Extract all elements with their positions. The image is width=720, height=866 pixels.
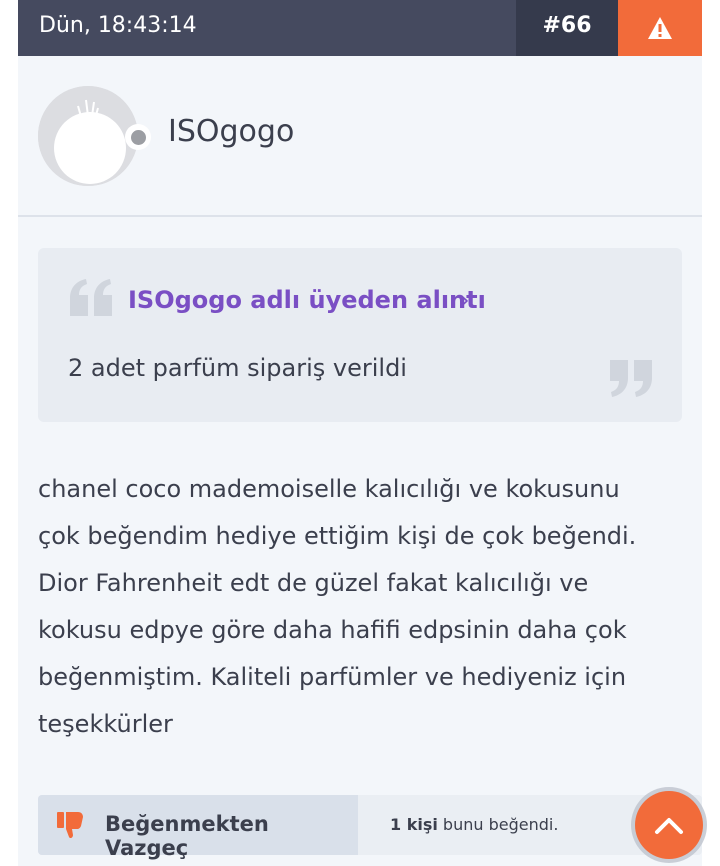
username-link[interactable]: ISOgogo — [168, 114, 294, 149]
like-count-bold: 1 kişi — [390, 815, 438, 834]
chevron-up-icon — [655, 818, 683, 834]
post-line: teşekkürler — [38, 710, 173, 738]
like-count-text: bunu beğendi. — [437, 815, 559, 834]
post-content: chanel coco mademoiselle kalıcılığı ve k… — [38, 466, 688, 748]
chevron-right-icon[interactable]: › — [460, 286, 470, 314]
post-line: kokusu edpye göre daha hafifi edpsinin d… — [38, 616, 627, 644]
scroll-to-top-button[interactable] — [635, 791, 703, 859]
user-info: ISOgogo — [18, 56, 702, 217]
quote-open-icon — [70, 279, 112, 316]
avatar[interactable] — [38, 86, 138, 186]
quote-close-icon — [610, 360, 652, 397]
post-line: beğenmiştim. Kaliteli parfümler ve hediy… — [38, 663, 627, 691]
post-line: çok beğendim hediye ettiğim kişi de çok … — [38, 522, 637, 550]
post-header: Dün, 18:43:14 #66 — [18, 0, 702, 56]
like-count[interactable]: 1 kişi bunu beğendi. — [390, 815, 558, 834]
report-button[interactable] — [618, 0, 702, 56]
post-line: chanel coco mademoiselle kalıcılığı ve k… — [38, 475, 620, 503]
quote-author-link[interactable]: ISOgogo adlı üyeden alıntı — [128, 286, 486, 314]
post-card: Dün, 18:43:14 #66 ISOgogo ISOgogo adlı ü… — [18, 0, 702, 866]
unlike-button[interactable]: Beğenmekten Vazgeç — [38, 795, 358, 860]
status-indicator — [125, 124, 151, 150]
like-bar: Beğenmekten Vazgeç 1 kişi bunu beğendi. — [38, 795, 702, 860]
avatar-image — [38, 86, 138, 186]
warning-icon — [648, 17, 672, 39]
post-number-link[interactable]: #66 — [516, 0, 618, 56]
post-timestamp: Dün, 18:43:14 — [39, 13, 197, 38]
quote-text: 2 adet parfüm sipariş verildi — [68, 354, 407, 382]
post-line: Dior Fahrenheit edt de güzel fakat kalıc… — [38, 569, 589, 597]
thumbs-down-icon — [57, 812, 83, 839]
quote-block: ISOgogo adlı üyeden alıntı › 2 adet parf… — [38, 248, 682, 422]
unlike-label: Beğenmekten Vazgeç — [105, 812, 269, 860]
